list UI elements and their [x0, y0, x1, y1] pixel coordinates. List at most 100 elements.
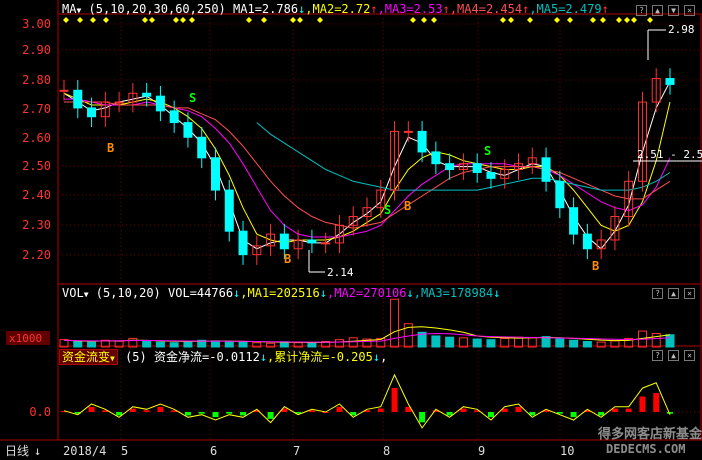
price-annotations: 2.98 2.14 2.51 - 2.52 — [308, 23, 702, 279]
candle-body — [238, 230, 248, 256]
candle-body — [555, 180, 565, 209]
candle-body — [87, 107, 97, 118]
candle-body — [73, 89, 83, 109]
sell-signal: S — [189, 91, 196, 105]
help-button[interactable]: ? — [652, 288, 663, 299]
net-flow-value: 资金净流=-0.0112 — [154, 350, 260, 364]
flow-bar — [446, 412, 453, 416]
volume-bar — [651, 333, 661, 348]
flow-bar — [336, 406, 343, 412]
buy-signal: B — [592, 259, 599, 273]
diamond-marker — [180, 17, 186, 23]
diamond-marker — [189, 17, 195, 23]
buy-signal: B — [107, 141, 114, 155]
volume-bar — [665, 334, 675, 348]
candle-body — [486, 171, 496, 179]
ma4-value: ,MA4=2.454 — [449, 2, 523, 16]
month-label: 6 — [210, 444, 217, 458]
scroll-up-button[interactable]: ▲ — [652, 5, 663, 16]
flow-bar — [515, 406, 522, 412]
month-label: 7 — [293, 444, 300, 458]
scroll-up-button[interactable]: ▲ — [668, 350, 679, 361]
vol-params: (5,10,20) — [95, 286, 161, 300]
fund-flow-line — [63, 373, 671, 429]
month-label: 5 — [121, 444, 128, 458]
volume-bar — [238, 341, 248, 348]
candle-body — [417, 130, 427, 153]
diamond-marker — [500, 17, 506, 23]
diamond-marker — [77, 17, 83, 23]
scroll-up-button[interactable]: ▲ — [668, 288, 679, 299]
ma-dropdown-icon[interactable]: ▼ — [76, 6, 81, 15]
high-price-label: 2.98 — [668, 23, 695, 36]
arrow-down-icon: ↓ — [406, 286, 414, 300]
diamond-marker — [90, 17, 96, 23]
period-arrow: ↓ — [34, 444, 41, 458]
candle-body — [541, 157, 551, 182]
y-tick: 2.80 — [22, 73, 51, 87]
diamond-marker — [297, 17, 303, 23]
candle-body — [142, 92, 152, 97]
period-label: 日线 — [5, 444, 29, 458]
flow-line-path — [63, 373, 671, 429]
flow-bar — [226, 412, 233, 414]
month-label: 10 — [560, 444, 574, 458]
close-button[interactable]: × — [684, 288, 695, 299]
ma-indicator-name[interactable]: MA — [62, 2, 76, 16]
flow-bar — [639, 396, 646, 412]
diamond-marker — [63, 17, 69, 23]
vol-indicator-name[interactable]: VOL — [62, 286, 84, 300]
flow-bar — [240, 412, 247, 416]
candle-body — [197, 136, 207, 159]
flow-zero-label: 0.0 — [29, 405, 51, 419]
flow-legend: 资金流变▼ (5) 资金净流=-0.0112↓,累计净流=-0.205↓, — [2, 348, 387, 365]
candle-body — [59, 89, 69, 92]
volume-bar — [445, 336, 455, 348]
diamond-marker — [173, 17, 179, 23]
vol-dropdown-icon[interactable]: ▼ — [84, 290, 89, 299]
volume-bar — [486, 339, 496, 348]
flow-bar — [570, 412, 577, 418]
diamond-marker — [647, 17, 653, 23]
arrow-up-icon: ↑ — [442, 2, 450, 16]
month-label: 2018/4 — [63, 444, 106, 458]
y-tick: 2.90 — [22, 43, 51, 57]
close-button[interactable]: × — [684, 350, 695, 361]
y-tick: 3.00 — [22, 17, 51, 31]
volume-bar — [582, 340, 592, 348]
diamond-marker — [508, 17, 514, 23]
fund-flow-bars — [61, 387, 673, 423]
flow-dropdown-icon: ▼ — [110, 354, 115, 363]
flow-bar — [598, 412, 605, 416]
ma3-value: ,MA3=2.53 — [377, 2, 443, 16]
candle-body — [169, 110, 179, 124]
volume-bar — [224, 340, 234, 348]
volume-bar — [155, 341, 165, 348]
low-price-label: 2.14 — [327, 266, 354, 279]
help-button[interactable]: ? — [636, 5, 647, 16]
help-button[interactable]: ? — [652, 350, 663, 361]
close-button[interactable]: × — [684, 5, 695, 16]
price-legend: MA▼ (5,10,20,30,60,250) MA1=2.786↓,MA2=2… — [62, 2, 609, 16]
price-y-axis: 3.00 2.90 2.80 2.70 2.60 2.50 2.40 2.30 … — [22, 17, 51, 262]
flow-indicator-selector[interactable]: 资金流变▼ — [59, 349, 118, 365]
diamond-marker — [567, 17, 573, 23]
volume-unit-label: x1000 — [9, 332, 42, 345]
candle-body — [582, 233, 592, 250]
stock-chart[interactable]: 3.00 2.90 2.80 2.70 2.60 2.50 2.40 2.30 … — [0, 0, 702, 460]
ma5-value: ,MA5=2.479 — [529, 2, 602, 16]
volume-bar — [142, 340, 152, 348]
vol-ma1-value: ,MA1=202516 — [240, 286, 320, 300]
diamond-marker — [421, 17, 427, 23]
scroll-down-button[interactable]: ▼ — [668, 5, 679, 16]
arrow-up-icon: ↑ — [601, 2, 609, 16]
flow-bar — [487, 412, 494, 418]
volume-bar — [307, 342, 317, 348]
y-tick: 2.30 — [22, 218, 51, 232]
vol-ma2-value: ,MA2=270106 — [327, 286, 407, 300]
flow-bar — [157, 406, 164, 412]
diamond-marker — [149, 17, 155, 23]
price-candles — [59, 68, 675, 265]
diamond-marker — [142, 17, 148, 23]
candle-body — [183, 122, 193, 138]
